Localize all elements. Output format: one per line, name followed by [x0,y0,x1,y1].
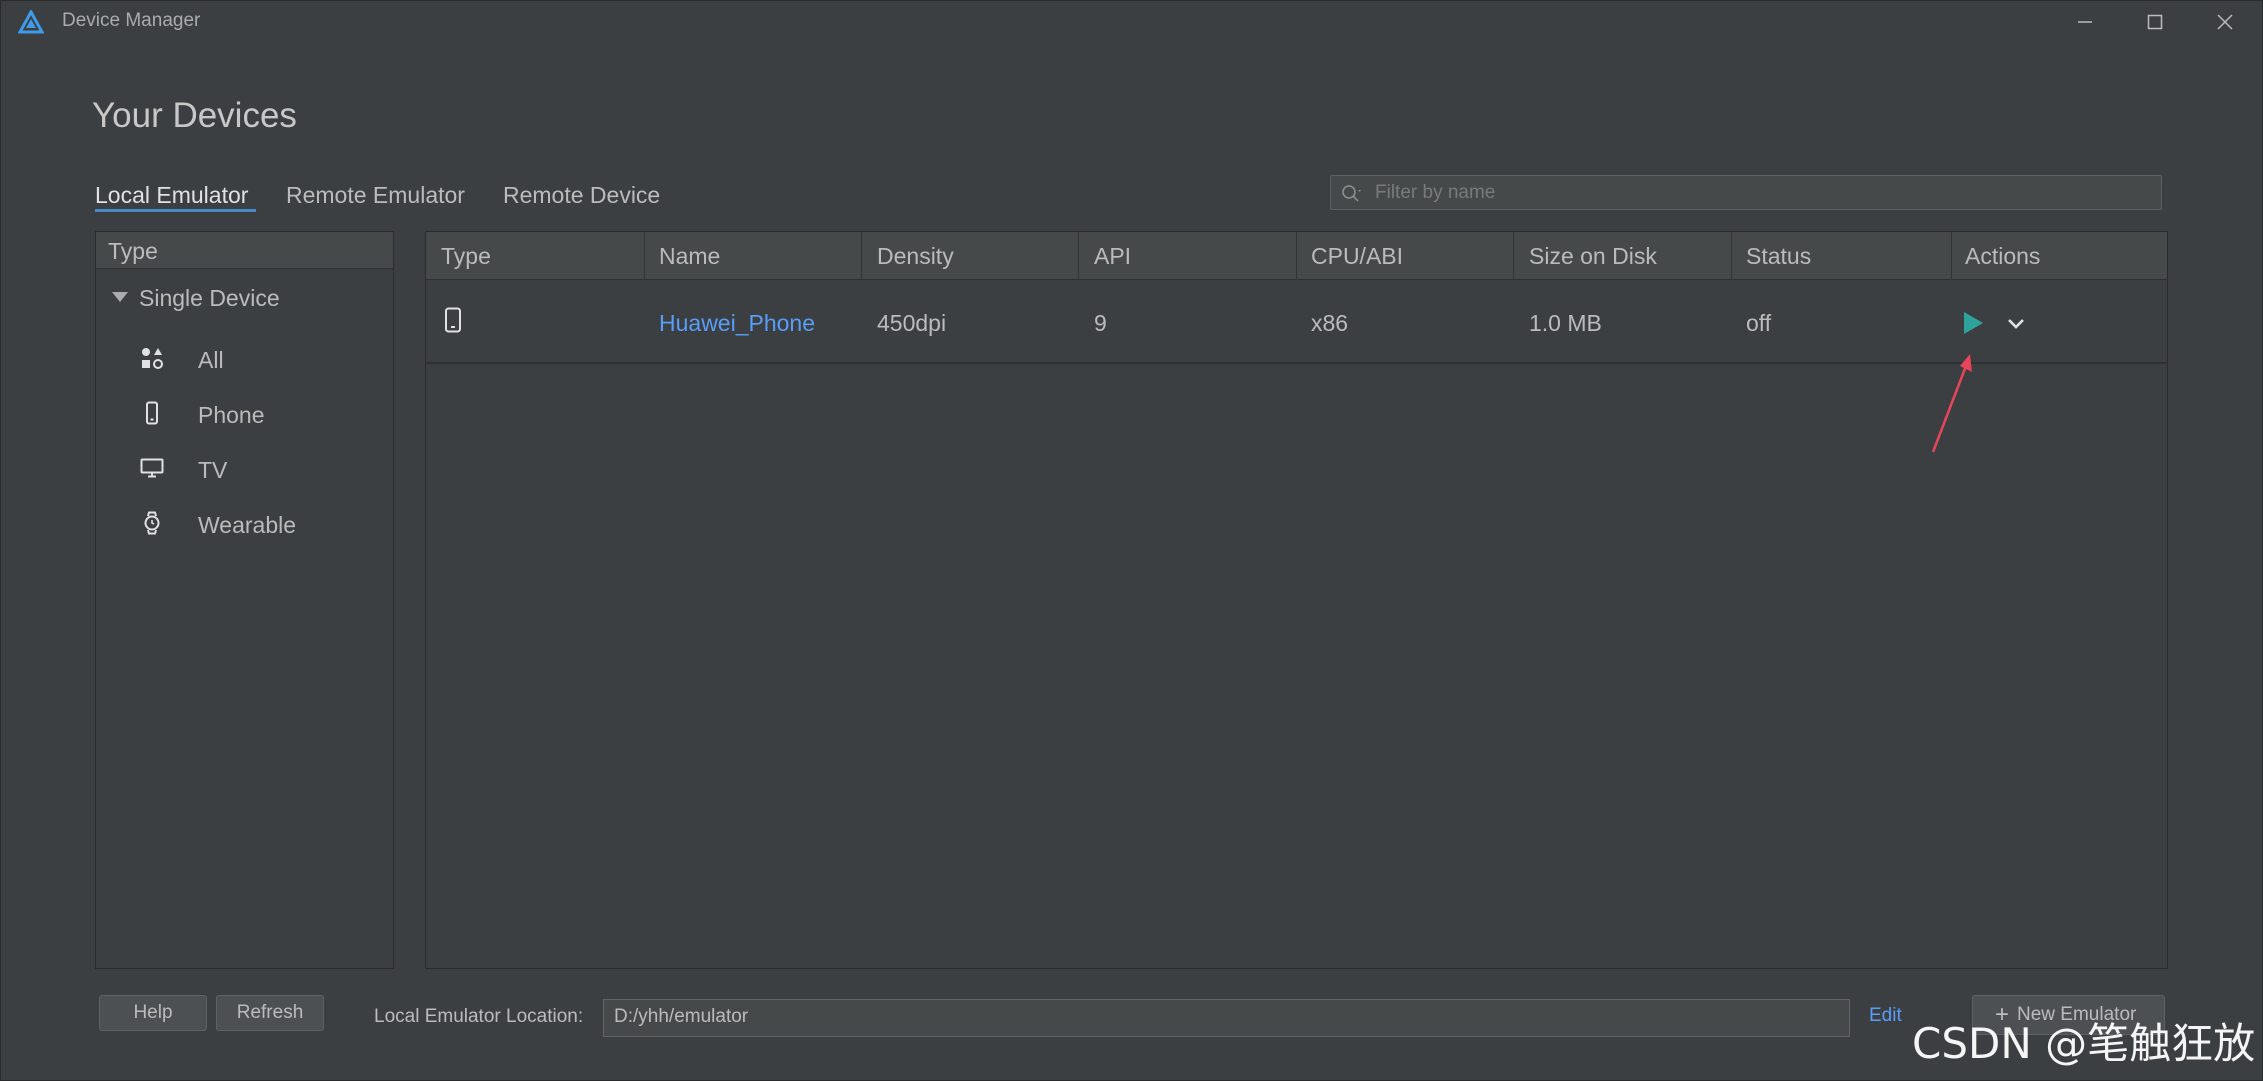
location-value: D:/yhh/emulator [614,1006,749,1027]
location-label: Local Emulator Location: [374,1006,584,1027]
minimize-icon [2078,21,2092,23]
column-header-name[interactable]: Name [659,243,720,270]
column-divider[interactable] [861,232,862,279]
watch-icon [144,511,160,535]
location-field[interactable] [603,999,1850,1037]
sidebar-item-label: Phone [198,402,265,428]
close-button[interactable] [2190,0,2260,44]
close-icon [2217,14,2233,30]
single-device-group[interactable]: Single Device [139,285,280,312]
column-divider[interactable] [1078,232,1079,279]
annotation-arrow-icon [1931,354,1972,453]
sidebar-item-label: All [198,347,224,373]
maximize-button[interactable] [2120,0,2190,44]
tab-local-emulator[interactable]: Local Emulator [95,182,248,209]
app-logo-icon [18,10,44,34]
column-header-density[interactable]: Density [877,243,954,270]
active-tab-indicator [95,209,256,212]
window-title: Device Manager [62,10,201,31]
expand-triangle-icon[interactable] [112,292,128,302]
column-header-status[interactable]: Status [1746,243,1811,270]
phone-icon [445,307,461,333]
column-divider[interactable] [1731,232,1732,279]
search-icon [1342,185,1361,202]
column-header-cpu-abi[interactable]: CPU/ABI [1311,243,1403,270]
column-divider[interactable] [644,232,645,279]
title-bar [0,0,2263,44]
column-header-type[interactable]: Type [441,243,491,270]
column-divider[interactable] [1296,232,1297,279]
devices-table [425,231,2168,969]
tv-icon [140,458,164,478]
watermark: CSDN @笔触狂放 [1912,1019,2256,1068]
device-status: off [1746,310,1772,336]
phone-icon [146,401,158,425]
column-header-actions: Actions [1965,243,2041,269]
column-header-api[interactable]: API [1094,243,1131,270]
sidebar-item-label: Wearable [198,512,297,538]
all-shapes-icon [142,348,163,369]
chevron-down-icon[interactable] [2005,312,2027,334]
edit-location-link[interactable]: Edit [1869,1005,1902,1027]
column-divider[interactable] [1513,232,1514,279]
page-title: Your Devices [92,96,297,135]
device-api: 9 [1094,310,1107,336]
device-size-on-disk: 1.0 MB [1529,310,1602,336]
help-button[interactable]: Help [99,995,207,1031]
column-header-size-on-disk[interactable]: Size on Disk [1529,243,1657,270]
tab-remote-device[interactable]: Remote Device [503,182,660,209]
device-cpu-abi: x86 [1311,310,1349,336]
play-icon[interactable] [1961,310,1985,336]
minimize-button[interactable] [2050,0,2120,44]
device-density: 450dpi [877,310,947,336]
search-input[interactable] [1373,177,2157,209]
sidebar-item-label: TV [198,457,228,483]
tab-remote-emulator[interactable]: Remote Emulator [286,182,465,209]
row-divider [426,362,2167,364]
sidebar-header-label: Type [108,238,158,264]
refresh-button[interactable]: Refresh [216,995,324,1031]
column-divider[interactable] [1951,232,1952,279]
maximize-icon [2147,14,2163,30]
device-name-link[interactable]: Huawei_Phone [659,310,815,337]
